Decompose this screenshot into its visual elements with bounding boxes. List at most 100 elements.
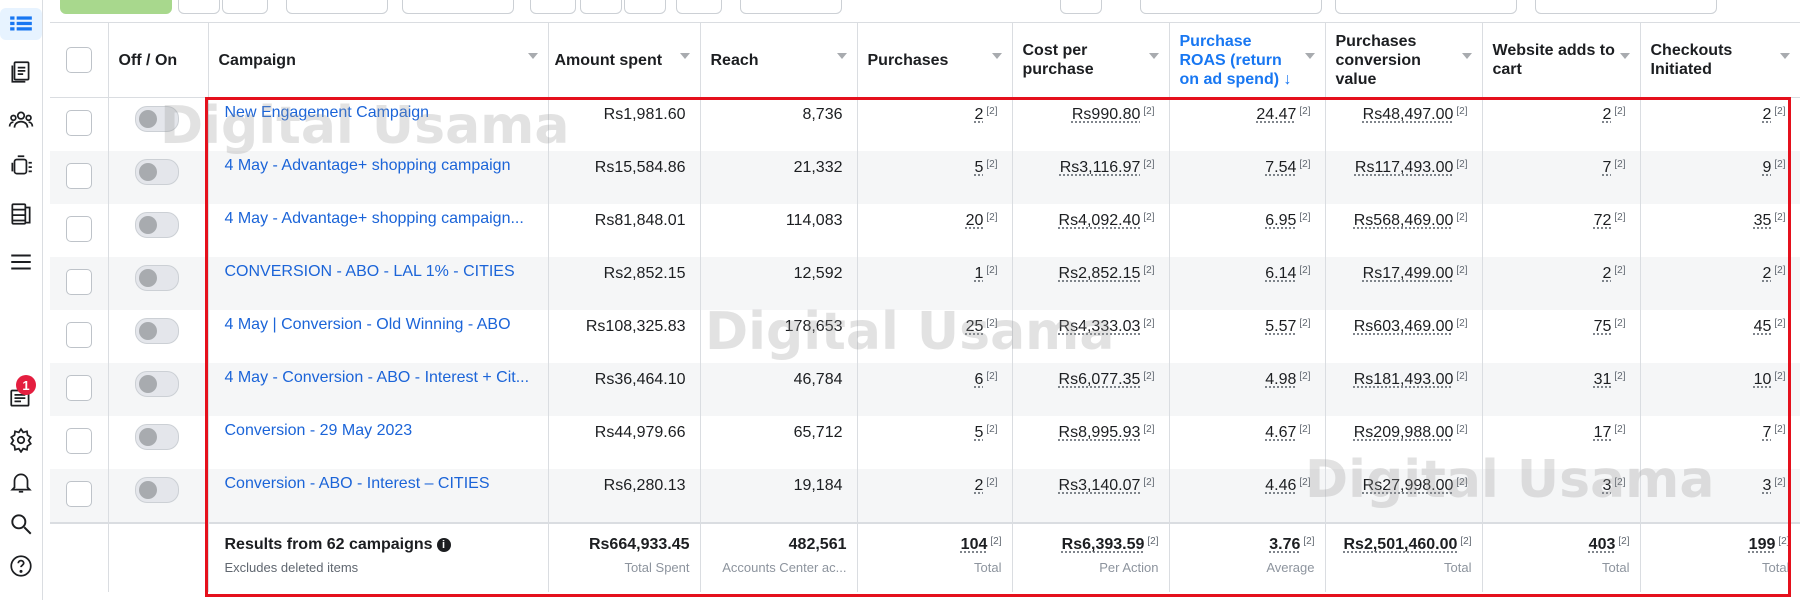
table-row[interactable]: 4 May - Advantage+ shopping campaign Rs15… — [50, 151, 1800, 204]
sort-arrow-icon[interactable] — [1305, 53, 1315, 59]
conversion-value-value[interactable]: Rs603,469.00 [2] — [1326, 310, 1482, 336]
cost-per-purchase-value[interactable]: Rs4,092.40 [2] — [1013, 204, 1169, 230]
totals-cart[interactable]: 403 [2] — [1483, 524, 1640, 554]
conversion-value-value[interactable]: Rs117,493.00 [2] — [1326, 151, 1482, 177]
select-all-checkbox[interactable] — [66, 47, 92, 73]
roas-value[interactable]: 6.14 [2] — [1170, 257, 1325, 283]
checkouts-value[interactable]: 35 [2] — [1641, 204, 1800, 230]
row-checkbox[interactable] — [66, 428, 92, 454]
settings-gear-icon[interactable] — [0, 424, 42, 456]
adds-to-cart-value[interactable]: 7 [2] — [1483, 151, 1640, 177]
cost-per-purchase-value[interactable]: Rs6,077.35 [2] — [1013, 363, 1169, 389]
checkouts-value[interactable]: 45 [2] — [1641, 310, 1800, 336]
roas-value[interactable]: 4.67 [2] — [1170, 416, 1325, 442]
table-row[interactable]: CONVERSION - ABO - LAL 1% - CITIES Rs2,85… — [50, 257, 1800, 310]
table-row[interactable]: 4 May - Conversion - ABO - Interest + Ci… — [50, 363, 1800, 416]
campaign-name-link[interactable]: Conversion - ABO - Interest – CITIES — [209, 469, 548, 493]
purchases-value[interactable]: 5 [2] — [858, 416, 1012, 442]
sort-arrow-icon[interactable] — [1149, 53, 1159, 59]
purchases-value[interactable]: 25 [2] — [858, 310, 1012, 336]
toolbar-button-reports[interactable] — [1535, 0, 1717, 14]
campaign-toggle[interactable] — [135, 159, 179, 185]
pages-icon[interactable] — [0, 56, 42, 88]
info-icon[interactable]: i — [437, 538, 451, 552]
purchases-value[interactable]: 20 [2] — [858, 204, 1012, 230]
adds-to-cart-value[interactable]: 31 [2] — [1483, 363, 1640, 389]
toolbar-button-redo[interactable] — [624, 0, 666, 14]
table-row[interactable]: Conversion - ABO - Interest – CITIES Rs6,… — [50, 469, 1800, 523]
cost-per-purchase-value[interactable]: Rs2,852.15 [2] — [1013, 257, 1169, 283]
checkouts-value[interactable]: 10 [2] — [1641, 363, 1800, 389]
campaign-name-link[interactable]: New Engagement Campaign — [209, 98, 548, 122]
header-roas[interactable]: Purchase ROAS (return on ad spend) ↓ — [1169, 23, 1325, 98]
table-row[interactable]: 4 May | Conversion - Old Winning - ABO Rs… — [50, 310, 1800, 363]
campaign-name-link[interactable]: 4 May - Advantage+ shopping campaign... — [209, 204, 548, 228]
toolbar-toggle[interactable] — [1060, 0, 1102, 14]
campaign-toggle[interactable] — [135, 265, 179, 291]
row-checkbox[interactable] — [66, 216, 92, 242]
totals-roas[interactable]: 3.76 [2] — [1170, 524, 1325, 554]
bell-icon[interactable] — [0, 466, 42, 498]
table-row[interactable]: New Engagement Campaign Rs1,981.60 8,736 2[… — [50, 98, 1800, 152]
campaign-toggle[interactable] — [135, 424, 179, 450]
cost-per-purchase-value[interactable]: Rs990.80 [2] — [1013, 98, 1169, 124]
news-feed-icon[interactable]: 1 — [0, 381, 42, 413]
adds-to-cart-value[interactable]: 2 [2] — [1483, 257, 1640, 283]
header-off-on[interactable]: Off / On — [108, 23, 208, 98]
row-checkbox[interactable] — [66, 322, 92, 348]
conversion-value-value[interactable]: Rs17,499.00 [2] — [1326, 257, 1482, 283]
checkouts-value[interactable]: 3 [2] — [1641, 469, 1800, 495]
adds-to-cart-value[interactable]: 3 [2] — [1483, 469, 1640, 495]
adds-to-cart-value[interactable]: 2 [2] — [1483, 98, 1640, 124]
toolbar-button-more[interactable] — [222, 0, 268, 14]
sort-arrow-icon[interactable] — [1620, 53, 1630, 59]
row-checkbox[interactable] — [66, 163, 92, 189]
menu-lines-icon[interactable] — [0, 246, 42, 278]
conversion-value-value[interactable]: Rs48,497.00 [2] — [1326, 98, 1482, 124]
conversion-value-value[interactable]: Rs209,988.00 [2] — [1326, 416, 1482, 442]
toolbar-button-columns[interactable] — [1140, 0, 1322, 14]
campaign-toggle[interactable] — [135, 371, 179, 397]
campaign-toggle[interactable] — [135, 212, 179, 238]
toolbar-button-undo[interactable] — [580, 0, 622, 14]
cost-per-purchase-value[interactable]: Rs3,140.07 [2] — [1013, 469, 1169, 495]
campaign-name-link[interactable]: 4 May - Conversion - ABO - Interest + Ci… — [209, 363, 548, 387]
search-icon[interactable] — [0, 508, 42, 540]
conversion-value-value[interactable]: Rs27,998.00 [2] — [1326, 469, 1482, 495]
sort-arrow-icon[interactable] — [680, 53, 690, 59]
roas-value[interactable]: 4.46 [2] — [1170, 469, 1325, 495]
toolbar-button-delete[interactable] — [530, 0, 576, 14]
toolbar-button-tag[interactable] — [676, 0, 722, 14]
adds-to-cart-value[interactable]: 75 [2] — [1483, 310, 1640, 336]
totals-cpp[interactable]: Rs6,393.59 [2] — [1013, 524, 1169, 554]
header-reach[interactable]: Reach — [700, 23, 857, 98]
toolbar-button-duplicate[interactable] — [178, 0, 220, 14]
campaign-toggle[interactable] — [135, 477, 179, 503]
roas-value[interactable]: 5.57 [2] — [1170, 310, 1325, 336]
purchases-value[interactable]: 2 [2] — [858, 98, 1012, 124]
table-row[interactable]: Conversion - 29 May 2023 Rs44,979.66 65,71… — [50, 416, 1800, 469]
sort-arrow-icon[interactable] — [837, 53, 847, 59]
row-checkbox[interactable] — [66, 375, 92, 401]
adds-to-cart-value[interactable]: 72 [2] — [1483, 204, 1640, 230]
campaign-name-link[interactable]: 4 May - Advantage+ shopping campaign — [209, 151, 548, 175]
roas-value[interactable]: 4.98 [2] — [1170, 363, 1325, 389]
header-amount-spent[interactable]: Amount spent — [548, 23, 700, 98]
header-cost-per-purchase[interactable]: Cost per purchase — [1012, 23, 1169, 98]
totals-checkouts[interactable]: 199 [2] — [1641, 524, 1800, 554]
totals-purchases[interactable]: 104 [2] — [858, 524, 1012, 554]
copy-stack-icon[interactable] — [0, 150, 42, 182]
campaign-toggle[interactable] — [135, 318, 179, 344]
roas-value[interactable]: 6.95 [2] — [1170, 204, 1325, 230]
checkouts-value[interactable]: 2 [2] — [1641, 98, 1800, 124]
toolbar-button-rules[interactable] — [740, 0, 842, 14]
toolbar-button-edit[interactable] — [286, 0, 388, 14]
toolbar-button-breakdown[interactable] — [1335, 0, 1517, 14]
header-checkouts[interactable]: Checkouts Initiated — [1640, 23, 1800, 98]
header-conversion-value[interactable]: Purchases conversion value — [1325, 23, 1482, 98]
row-checkbox[interactable] — [66, 269, 92, 295]
conversion-value-value[interactable]: Rs181,493.00 [2] — [1326, 363, 1482, 389]
purchases-value[interactable]: 1 [2] — [858, 257, 1012, 283]
checkouts-value[interactable]: 9 [2] — [1641, 151, 1800, 177]
roas-value[interactable]: 24.47 [2] — [1170, 98, 1325, 124]
